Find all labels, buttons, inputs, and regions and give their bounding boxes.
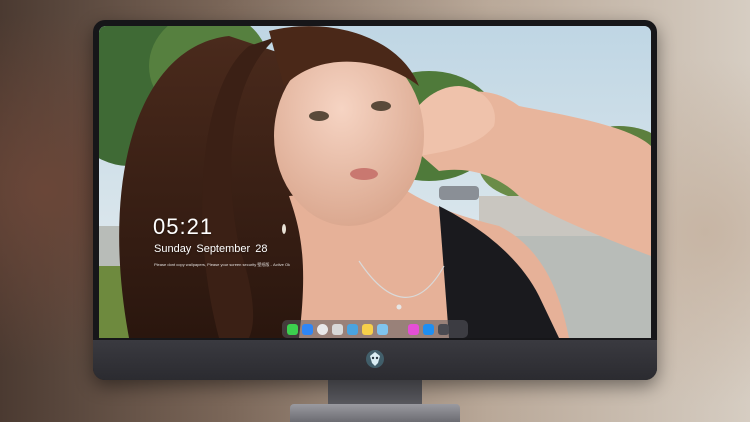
itunes-icon[interactable] — [408, 323, 419, 335]
brand-logo-icon — [366, 350, 384, 368]
monitor-stand-base — [290, 404, 460, 422]
stickies-icon[interactable] — [362, 323, 373, 335]
lockscreen-time: 05:21 — [153, 214, 214, 239]
photos-icon[interactable] — [377, 323, 388, 335]
clapper-icon[interactable] — [347, 323, 358, 335]
wallpaper-image — [99, 26, 651, 338]
dock — [282, 320, 468, 338]
lockscreen-notice: Please dont copy wallpapers, Please your… — [154, 262, 291, 267]
lockscreen-date: Sunday September 28 — [154, 243, 268, 255]
monitor-chin — [93, 340, 657, 380]
app-store-icon[interactable] — [423, 323, 434, 335]
finder-icon[interactable] — [302, 323, 313, 335]
camera-icon[interactable] — [438, 323, 449, 335]
messages-icon[interactable] — [287, 323, 298, 335]
screen: 05:21 Sunday September 28 Please dont co… — [99, 26, 651, 338]
monitor: 05:21 Sunday September 28 Please dont co… — [93, 20, 657, 380]
monitor-stand-neck — [328, 380, 422, 406]
notes-icon[interactable] — [332, 323, 343, 335]
safari-icon[interactable] — [317, 323, 328, 335]
